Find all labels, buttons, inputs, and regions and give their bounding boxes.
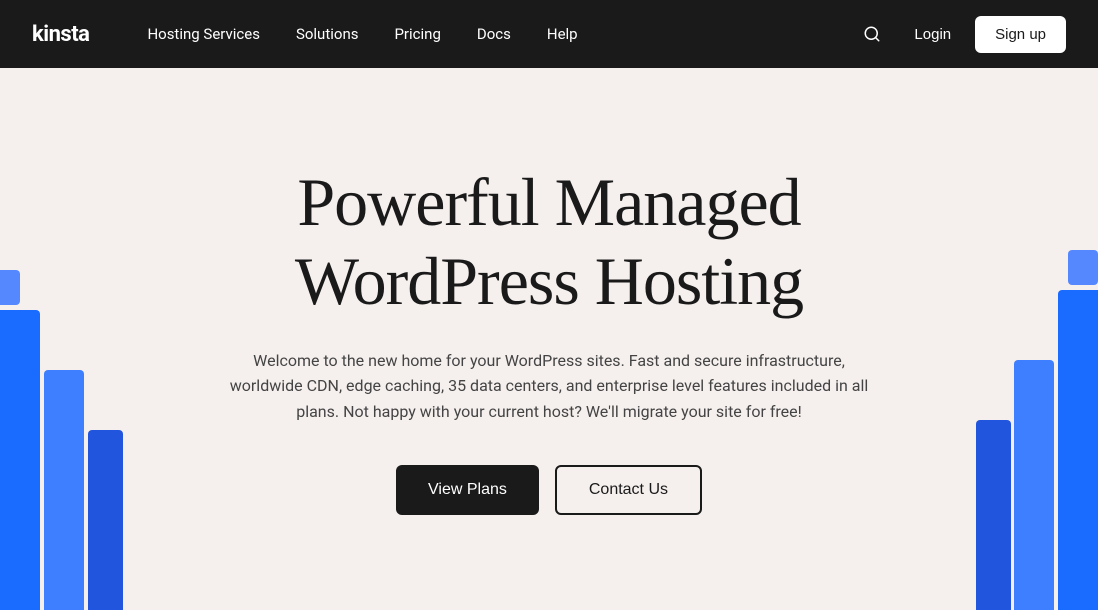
search-button[interactable] [854,16,890,52]
navbar-right: Login Sign up [854,16,1066,53]
hero-subtitle: Welcome to the new home for your WordPre… [219,348,879,425]
login-button[interactable]: Login [906,26,959,43]
nav-item-docs[interactable]: Docs [459,0,529,68]
left-blocks-svg [0,210,130,610]
blue-blocks-left-decoration [0,68,130,610]
nav-item-hosting-services[interactable]: Hosting Services [129,0,278,68]
contact-us-button[interactable]: Contact Us [555,465,702,515]
right-blocks-svg [968,210,1098,610]
hero-section: Powerful Managed WordPress Hosting Welco… [0,68,1098,610]
blue-blocks-right-decoration [968,68,1098,610]
hero-title: Powerful Managed WordPress Hosting [295,163,803,319]
signup-button[interactable]: Sign up [975,16,1066,53]
view-plans-button[interactable]: View Plans [396,465,539,515]
search-icon [863,25,881,43]
nav-item-solutions[interactable]: Solutions [278,0,377,68]
logo[interactable]: kinsta [32,22,89,47]
hero-cta-buttons: View Plans Contact Us [396,465,702,515]
logo-text: kinsta [32,22,89,47]
nav-item-pricing[interactable]: Pricing [376,0,458,68]
navbar: kinsta Hosting Services Solutions Pricin… [0,0,1098,68]
nav-item-help[interactable]: Help [529,0,596,68]
nav-menu: Hosting Services Solutions Pricing Docs … [129,0,854,68]
